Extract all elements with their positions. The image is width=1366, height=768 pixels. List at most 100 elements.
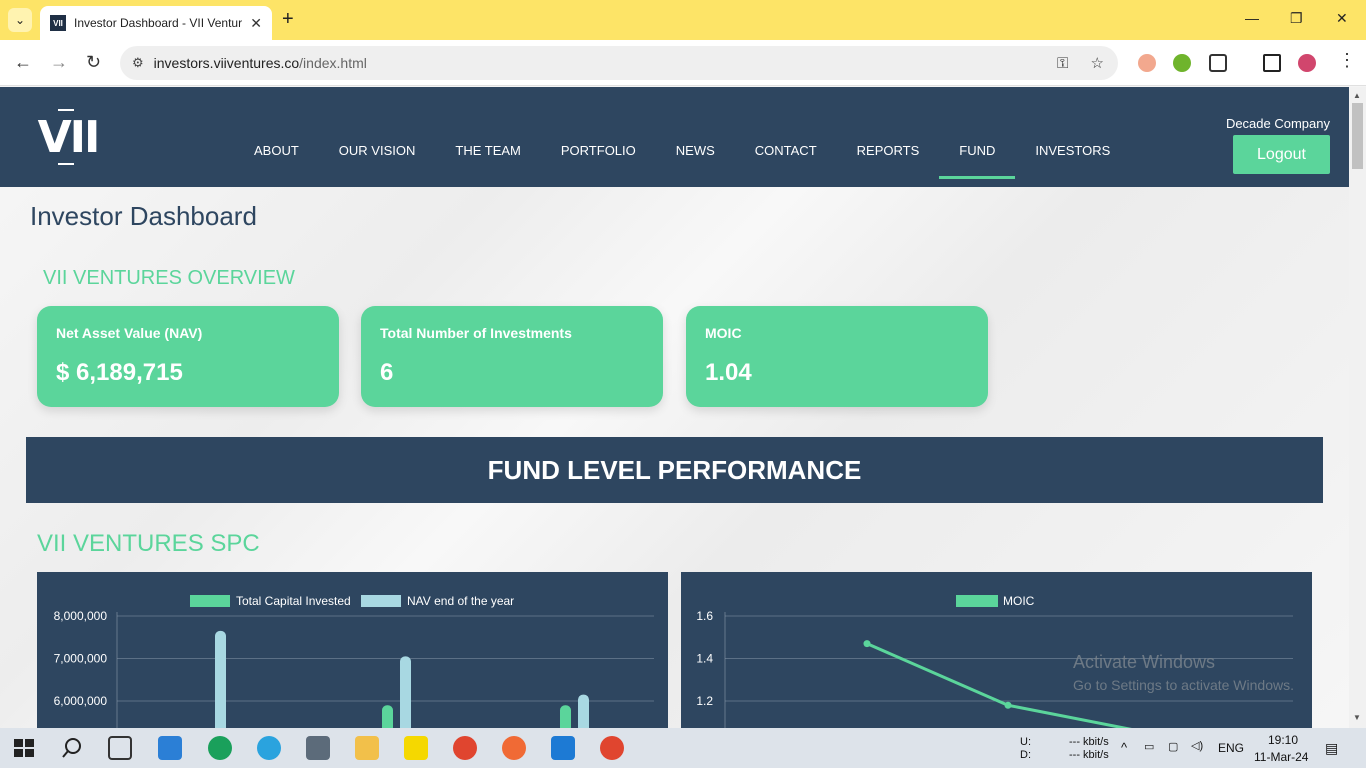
main-nav: ABOUT OUR VISION THE TEAM PORTFOLIO NEWS… [234, 137, 1130, 179]
close-window-icon[interactable]: ✕ [1336, 10, 1348, 27]
card-value: 1.04 [705, 359, 752, 386]
scrollbar-thumb[interactable] [1352, 103, 1363, 169]
nav-portfolio[interactable]: PORTFOLIO [541, 137, 656, 164]
edge-browser-icon[interactable] [208, 736, 232, 760]
password-key-icon[interactable]: ⚿ [1057, 55, 1068, 72]
nav-card: Net Asset Value (NAV) $ 6,189,715 [37, 306, 339, 407]
nav-contact[interactable]: CONTACT [735, 137, 837, 164]
side-panel-icon[interactable] [1263, 54, 1281, 72]
upload-label: U: [1020, 736, 1031, 748]
spc-heading: VII VENTURES SPC [37, 530, 260, 557]
reload-icon[interactable]: ↻ [86, 52, 101, 73]
minimize-icon[interactable]: — [1245, 10, 1259, 26]
windows-start-icon[interactable] [12, 736, 36, 760]
moic-point [863, 640, 871, 648]
tray-chevron-icon[interactable]: ^ [1121, 740, 1127, 755]
network-icon[interactable]: ▢ [1168, 740, 1178, 753]
legend-label-nav: NAV end of the year [407, 594, 514, 608]
y-tick-label: 8,000,000 [54, 609, 108, 623]
nav-the-team[interactable]: THE TEAM [435, 137, 541, 164]
telegram-icon[interactable] [257, 736, 281, 760]
notifications-icon[interactable]: ▤ [1325, 740, 1338, 757]
tab-search-chevron-icon[interactable]: ⌄ [8, 8, 32, 32]
bar-capital [560, 705, 571, 728]
vscode-icon[interactable] [551, 736, 575, 760]
extensions-puzzle-icon[interactable] [1209, 54, 1227, 72]
company-name: Decade Company [1225, 116, 1330, 131]
store-icon[interactable] [158, 736, 182, 760]
windows-taskbar: U: D: --- kbit/s --- kbit/s ^ ▭ ▢ ◁) ENG… [0, 728, 1366, 768]
card-value: 6 [380, 359, 394, 386]
browser-toolbar: ← → ↻ ⚙ investors.viiventures.co/index.h… [0, 40, 1366, 86]
card-label: Net Asset Value (NAV) [56, 325, 203, 341]
download-rate: --- kbit/s [1069, 749, 1109, 761]
fund-performance-banner: FUND LEVEL PERFORMANCE [26, 437, 1323, 503]
new-tab-plus-icon[interactable]: + [282, 8, 294, 31]
y-tick-label: 1.4 [696, 652, 713, 666]
vii-logo[interactable]: VII [36, 109, 100, 165]
legend-swatch-moic [956, 595, 998, 607]
extension-plus-icon[interactable] [1173, 54, 1191, 72]
site-header: VII ABOUT OUR VISION THE TEAM PORTFOLIO … [0, 87, 1349, 187]
nav-our-vision[interactable]: OUR VISION [319, 137, 436, 164]
legend-swatch-nav [361, 595, 401, 607]
overview-heading: VII VENTURES OVERVIEW [43, 267, 295, 289]
chrome-icon[interactable] [453, 736, 477, 760]
url-text[interactable]: investors.viiventures.co/index.html [154, 55, 367, 71]
card-value: $ 6,189,715 [56, 359, 183, 386]
line-chart-svg: MOIC 1.6 1.4 1.2 [696, 594, 1293, 728]
bar-nav [400, 656, 411, 728]
moic-line [866, 642, 1132, 728]
clock-date[interactable]: 11-Mar-24 [1254, 750, 1308, 764]
page-title: Investor Dashboard [30, 201, 257, 231]
restore-icon[interactable]: ❐ [1290, 10, 1303, 27]
y-tick-label: 6,000,000 [54, 694, 108, 708]
back-arrow-icon[interactable]: ← [14, 52, 32, 73]
language-indicator[interactable]: ENG [1218, 741, 1244, 755]
bar-nav [215, 630, 226, 728]
task-view-icon[interactable] [108, 736, 132, 760]
logout-button[interactable]: Logout [1233, 135, 1330, 174]
clock-time[interactable]: 19:10 [1268, 733, 1298, 747]
sticky-notes-icon[interactable] [404, 736, 428, 760]
nav-fund[interactable]: FUND [939, 137, 1016, 179]
nav-reports[interactable]: REPORTS [837, 137, 940, 164]
address-bar[interactable]: ⚙ investors.viiventures.co/index.html ⚿ … [120, 46, 1118, 80]
bar-nav [578, 694, 589, 728]
nav-news[interactable]: NEWS [656, 137, 735, 164]
file-explorer-icon[interactable] [355, 736, 379, 760]
scroll-up-arrow-icon[interactable]: ▲ [1353, 91, 1361, 100]
investments-card: Total Number of Investments 6 [361, 306, 663, 407]
scroll-down-arrow-icon[interactable]: ▼ [1353, 713, 1361, 722]
site-settings-icon[interactable]: ⚙ [132, 55, 144, 71]
bar-chart-svg: Total Capital Invested NAV end of the yea… [54, 594, 654, 728]
chrome-active-icon[interactable] [600, 736, 624, 760]
web-page: VII ABOUT OUR VISION THE TEAM PORTFOLIO … [0, 87, 1349, 728]
battery-icon[interactable]: ▭ [1144, 740, 1154, 753]
upload-rate: --- kbit/s [1069, 736, 1109, 748]
forward-arrow-icon[interactable]: → [50, 52, 68, 73]
extension-icon[interactable] [1138, 54, 1156, 72]
page-scrollbar[interactable]: ▲ ▼ [1349, 87, 1366, 728]
nav-about[interactable]: ABOUT [234, 137, 319, 164]
search-icon[interactable] [60, 736, 84, 760]
nav-investors[interactable]: INVESTORS [1015, 137, 1130, 164]
browser-tab[interactable]: VII Investor Dashboard - VII Ventur ✕ [40, 6, 272, 40]
moic-point [1004, 701, 1012, 709]
browser-tab-bar: ⌄ VII Investor Dashboard - VII Ventur ✕ … [0, 0, 1366, 40]
bookmark-star-icon[interactable]: ☆ [1091, 55, 1104, 72]
card-label: MOIC [705, 325, 742, 341]
tab-title: Investor Dashboard - VII Ventur [74, 16, 243, 30]
profile-avatar[interactable] [1298, 54, 1316, 72]
y-tick-label: 1.2 [696, 694, 713, 708]
calculator-icon[interactable] [306, 736, 330, 760]
close-tab-icon[interactable]: ✕ [250, 15, 262, 32]
card-label: Total Number of Investments [380, 325, 572, 341]
moic-card: MOIC 1.04 [686, 306, 988, 407]
legend-label-capital: Total Capital Invested [236, 594, 351, 608]
volume-icon[interactable]: ◁) [1191, 739, 1203, 752]
moic-chart: MOIC 1.6 1.4 1.2 [681, 572, 1312, 728]
browser-menu-icon[interactable]: ⋮ [1338, 50, 1356, 71]
legend-label-moic: MOIC [1003, 594, 1035, 608]
postman-icon[interactable] [502, 736, 526, 760]
